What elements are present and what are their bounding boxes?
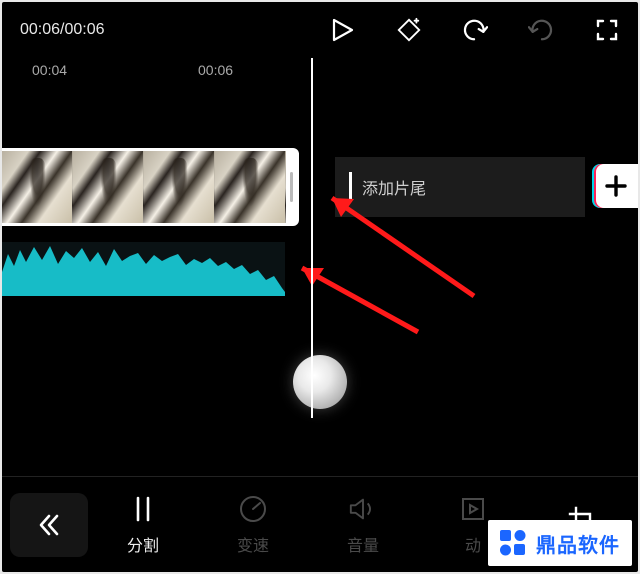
top-actions bbox=[330, 17, 620, 43]
back-button[interactable] bbox=[10, 493, 88, 557]
animation-icon bbox=[458, 494, 488, 524]
watermark-text: 鼎品软件 bbox=[536, 529, 620, 558]
tool-speed[interactable]: 变速 bbox=[198, 494, 308, 556]
end-clip-label: 添加片尾 bbox=[362, 175, 426, 199]
timeline[interactable]: 添加片尾 bbox=[2, 86, 638, 456]
top-bar: 00:06/00:06 bbox=[2, 2, 638, 58]
annotation-arrow bbox=[278, 254, 428, 344]
clip-trim-handle[interactable] bbox=[286, 151, 296, 223]
playhead[interactable] bbox=[311, 58, 313, 418]
undo-button[interactable] bbox=[462, 17, 488, 43]
play-button[interactable] bbox=[330, 17, 356, 43]
record-button[interactable] bbox=[293, 355, 347, 409]
tool-label: 分割 bbox=[127, 532, 159, 556]
tool-label: 动 bbox=[465, 532, 481, 556]
add-ending-clip[interactable]: 添加片尾 bbox=[335, 157, 585, 217]
ruler-mark: 00:06 bbox=[198, 62, 233, 78]
clip-thumbnail bbox=[215, 151, 286, 223]
video-clip[interactable] bbox=[2, 148, 299, 226]
fullscreen-button[interactable] bbox=[594, 17, 620, 43]
clip-thumbnail bbox=[73, 151, 144, 223]
tool-split[interactable]: 分割 bbox=[88, 494, 198, 556]
speed-icon bbox=[238, 494, 268, 524]
watermark: 鼎品软件 bbox=[488, 520, 632, 566]
timeline-ruler[interactable]: 00:04 00:06 bbox=[2, 58, 638, 86]
keyframe-button[interactable] bbox=[396, 17, 422, 43]
video-editor-app: 00:06/00:06 bbox=[2, 2, 638, 572]
watermark-logo-icon bbox=[496, 526, 530, 560]
ruler-mark: 00:04 bbox=[32, 62, 67, 78]
redo-button[interactable] bbox=[528, 17, 554, 43]
end-clip-indicator bbox=[349, 172, 352, 202]
tool-volume[interactable]: 音量 bbox=[308, 494, 418, 556]
tool-label: 音量 bbox=[347, 532, 379, 556]
tool-label: 变速 bbox=[237, 532, 269, 556]
split-icon bbox=[128, 494, 158, 524]
audio-clip[interactable] bbox=[2, 242, 285, 296]
time-display: 00:06/00:06 bbox=[20, 21, 105, 39]
clip-thumbnail bbox=[144, 151, 215, 223]
clip-thumbnail bbox=[2, 151, 73, 223]
add-clip-button[interactable] bbox=[594, 164, 638, 208]
record-row bbox=[2, 342, 638, 422]
volume-icon bbox=[348, 494, 378, 524]
